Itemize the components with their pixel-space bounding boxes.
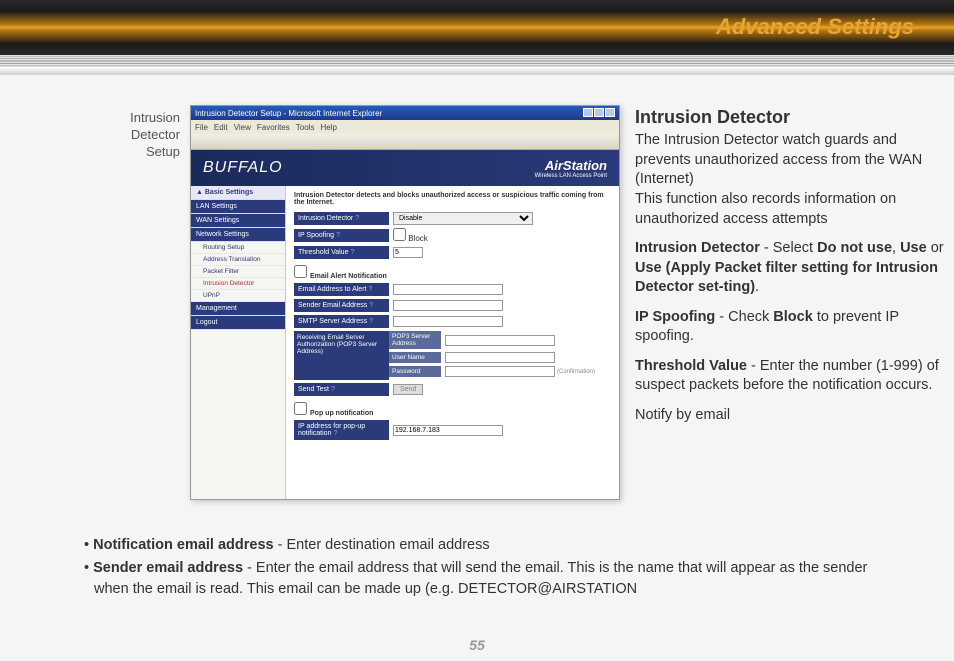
input-sender[interactable] xyxy=(393,300,503,311)
help-icon[interactable]: ? xyxy=(369,302,373,309)
menu-tools[interactable]: Tools xyxy=(296,123,315,132)
window-controls[interactable] xyxy=(582,108,615,119)
nav-upnp[interactable]: UPnP xyxy=(191,290,285,302)
app-body: ▲ Basic Settings LAN Settings WAN Settin… xyxy=(191,186,619,499)
help-icon[interactable]: ? xyxy=(368,286,372,293)
browser-menubar[interactable]: File Edit View Favorites Tools Help xyxy=(191,120,619,134)
page-header: Advanced Settings xyxy=(0,0,954,90)
input-user[interactable] xyxy=(445,352,555,363)
bottom-bullets: • Notification email address - Enter des… xyxy=(80,535,900,602)
desc-threshold: Threshold Value - Enter the number (1-99… xyxy=(635,357,945,396)
input-threshold[interactable] xyxy=(393,247,423,258)
nav-routing-setup[interactable]: Routing Setup xyxy=(191,242,285,254)
nav-packet-filter[interactable]: Packet Filter xyxy=(191,266,285,278)
logo-airstation: AirStation Wireless LAN Access Point xyxy=(535,158,607,179)
button-send[interactable]: Send xyxy=(393,384,423,395)
app-header: BUFFALO AirStation Wireless LAN Access P… xyxy=(191,150,619,186)
row-email-to: Email Address to Alert? xyxy=(294,283,611,296)
nav-basic-settings[interactable]: ▲ Basic Settings xyxy=(191,186,285,200)
help-icon[interactable]: ? xyxy=(336,232,340,239)
help-icon[interactable]: ? xyxy=(331,386,335,393)
label-user: User Name xyxy=(389,352,441,363)
input-pop3[interactable] xyxy=(445,335,555,346)
help-icon[interactable]: ? xyxy=(333,430,337,437)
main-panel: Intrusion Detector detects and blocks un… xyxy=(286,186,619,499)
menu-help[interactable]: Help xyxy=(320,123,336,132)
logo-buffalo: BUFFALO xyxy=(203,159,283,177)
minimize-icon[interactable] xyxy=(583,108,593,117)
label-intrusion-detector: Intrusion Detector? xyxy=(294,212,389,225)
checkbox-block-label[interactable]: Block xyxy=(393,234,428,243)
label-pop3: POP3 Server Address xyxy=(389,331,441,349)
checkbox-block[interactable] xyxy=(393,228,406,241)
checkbox-email-alert[interactable] xyxy=(294,265,307,278)
nav-intrusion-detector[interactable]: Intrusion Detector xyxy=(191,278,285,290)
label-smtp: SMTP Server Address? xyxy=(294,315,389,328)
row-send-test: Send Test? Send xyxy=(294,383,611,396)
label-ip-spoofing: IP Spoofing? xyxy=(294,229,389,242)
label-send-test: Send Test? xyxy=(294,383,389,396)
figure-caption: Intrusion Detector Setup xyxy=(80,110,180,161)
select-intrusion-detector[interactable]: Disable xyxy=(393,212,533,225)
maximize-icon[interactable] xyxy=(594,108,604,117)
desc-intrusion: Intrusion Detector - Select Do not use, … xyxy=(635,239,945,298)
label-pass: Password xyxy=(389,366,441,377)
panel-intro: Intrusion Detector detects and blocks un… xyxy=(294,192,611,206)
browser-toolbar[interactable] xyxy=(191,134,619,150)
row-threshold: Threshold Value? xyxy=(294,246,611,259)
row-recv-auth: Receiving Email Server Authorization (PO… xyxy=(294,331,611,380)
row-intrusion-detector: Intrusion Detector? Disable xyxy=(294,212,611,225)
menu-file[interactable]: File xyxy=(195,123,208,132)
row-sender: Sender Email Address? xyxy=(294,299,611,312)
section-popup[interactable]: Pop up notification xyxy=(294,402,611,417)
nav-network-settings[interactable]: Network Settings xyxy=(191,228,285,242)
desc-heading: Intrusion Detector xyxy=(635,105,945,129)
section-email-alert[interactable]: Email Alert Notification xyxy=(294,265,611,280)
desc-notify: Notify by email xyxy=(635,406,945,426)
page-number: 55 xyxy=(0,637,954,653)
sidebar: ▲ Basic Settings LAN Settings WAN Settin… xyxy=(191,186,286,499)
input-pass[interactable] xyxy=(445,366,555,377)
checkbox-popup[interactable] xyxy=(294,402,307,415)
input-smtp[interactable] xyxy=(393,316,503,327)
menu-favorites[interactable]: Favorites xyxy=(257,123,290,132)
label-recv-auth: Receiving Email Server Authorization (PO… xyxy=(294,331,389,380)
screenshot: Intrusion Detector Setup - Microsoft Int… xyxy=(190,105,620,500)
label-threshold: Threshold Value? xyxy=(294,246,389,259)
nav-lan-settings[interactable]: LAN Settings xyxy=(191,200,285,214)
label-popup-ip: IP address for pop-up notification? xyxy=(294,420,389,440)
close-icon[interactable] xyxy=(605,108,615,117)
help-icon[interactable]: ? xyxy=(355,215,359,222)
row-popup-ip: IP address for pop-up notification? xyxy=(294,420,611,440)
logo-airstation-sub: Wireless LAN Access Point xyxy=(535,173,607,179)
page-content: Intrusion Detector Setup Intrusion Detec… xyxy=(80,105,924,621)
input-popup-ip[interactable] xyxy=(393,425,503,436)
header-gradient: Advanced Settings xyxy=(0,0,954,55)
menu-view[interactable]: View xyxy=(234,123,251,132)
browser-titlebar: Intrusion Detector Setup - Microsoft Int… xyxy=(191,106,619,120)
page-title: Advanced Settings xyxy=(716,14,914,40)
desc-spoofing: IP Spoofing - Check Block to prevent IP … xyxy=(635,308,945,347)
label-email-to: Email Address to Alert? xyxy=(294,283,389,296)
desc-intro: The Intrusion Detector watch guards and … xyxy=(635,131,945,229)
nav-wan-settings[interactable]: WAN Settings xyxy=(191,214,285,228)
header-lines xyxy=(0,55,954,75)
nav-logout[interactable]: Logout xyxy=(191,316,285,330)
label-sender: Sender Email Address? xyxy=(294,299,389,312)
logo-airstation-text: AirStation xyxy=(545,158,607,173)
input-email-to[interactable] xyxy=(393,284,503,295)
description-column: Intrusion Detector The Intrusion Detecto… xyxy=(635,105,945,436)
nav-address-translation[interactable]: Address Translation xyxy=(191,254,285,266)
window-title: Intrusion Detector Setup - Microsoft Int… xyxy=(195,109,382,118)
help-icon[interactable]: ? xyxy=(369,318,373,325)
nav-management[interactable]: Management xyxy=(191,302,285,316)
bullet-sender-email: • Sender email address - Enter the email… xyxy=(80,558,900,600)
help-icon[interactable]: ? xyxy=(350,249,354,256)
bullet-notification-email: • Notification email address - Enter des… xyxy=(80,535,900,556)
row-smtp: SMTP Server Address? xyxy=(294,315,611,328)
caption-text: Intrusion Detector Setup xyxy=(130,110,180,159)
menu-edit[interactable]: Edit xyxy=(214,123,228,132)
row-ip-spoofing: IP Spoofing? Block xyxy=(294,228,611,243)
label-confirm: (Confirmation) xyxy=(557,369,595,375)
